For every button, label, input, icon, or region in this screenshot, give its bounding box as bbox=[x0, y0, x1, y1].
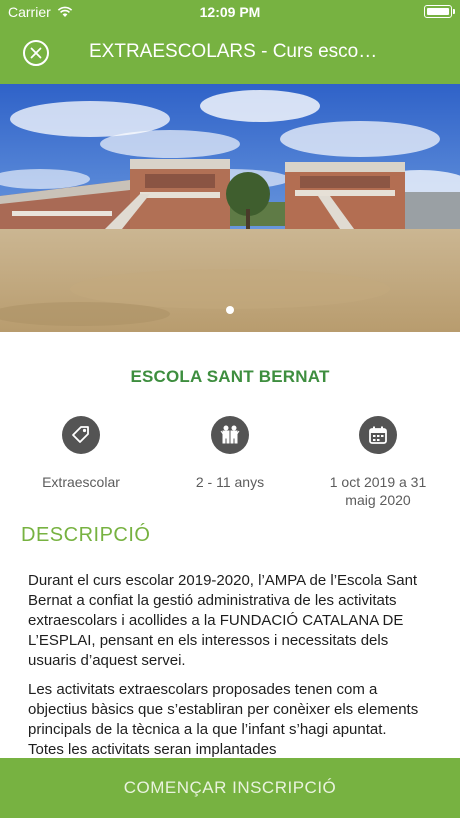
close-icon bbox=[30, 47, 42, 59]
feature-age-range: 2 - 11 anys bbox=[170, 416, 290, 491]
description-paragraph: Les activitats extraescolars proposades … bbox=[28, 681, 419, 758]
battery-icon bbox=[424, 5, 455, 18]
page-title: EXTRAESCOLARS - Curs escola… bbox=[89, 41, 379, 62]
nav-bar: EXTRAESCOLARS - Curs escola… bbox=[0, 24, 460, 84]
carousel-page-indicator[interactable] bbox=[226, 306, 234, 314]
tag-icon bbox=[62, 416, 100, 454]
children-icon bbox=[211, 416, 249, 454]
feature-list: Extraescolar 2 - 11 anys 1 oct 2019 a 31… bbox=[0, 416, 460, 509]
image-carousel[interactable] bbox=[0, 84, 460, 332]
start-registration-button[interactable]: COMENÇAR INSCRIPCIÓ bbox=[0, 758, 460, 818]
calendar-icon bbox=[359, 416, 397, 454]
close-button[interactable] bbox=[23, 40, 49, 66]
status-bar: Carrier 12:09 PM bbox=[0, 0, 460, 24]
feature-label: 1 oct 2019 a 31 maig 2020 bbox=[329, 474, 427, 508]
clock: 12:09 PM bbox=[199, 4, 261, 20]
description-body: Durant el curs escolar 2019-2020, l’AMPA… bbox=[28, 571, 426, 769]
feature-date-range: 1 oct 2019 a 31 maig 2020 bbox=[318, 416, 438, 509]
feature-label: 2 - 11 anys bbox=[195, 474, 265, 490]
feature-label: Extraescolar bbox=[42, 474, 120, 490]
top-bar: Carrier 12:09 PM EXTRAESCOLARS - Curs es… bbox=[0, 0, 460, 84]
description-title: DESCRIPCIÓ bbox=[21, 524, 151, 546]
feature-activity-type: Extraescolar bbox=[21, 416, 141, 491]
school-photo bbox=[0, 84, 460, 332]
screen: Carrier 12:09 PM EXTRAESCOLARS - Curs es… bbox=[0, 0, 460, 818]
description-paragraph: Durant el curs escolar 2019-2020, l’AMPA… bbox=[28, 572, 418, 669]
school-name: ESCOLA SANT BERNAT bbox=[130, 367, 330, 386]
